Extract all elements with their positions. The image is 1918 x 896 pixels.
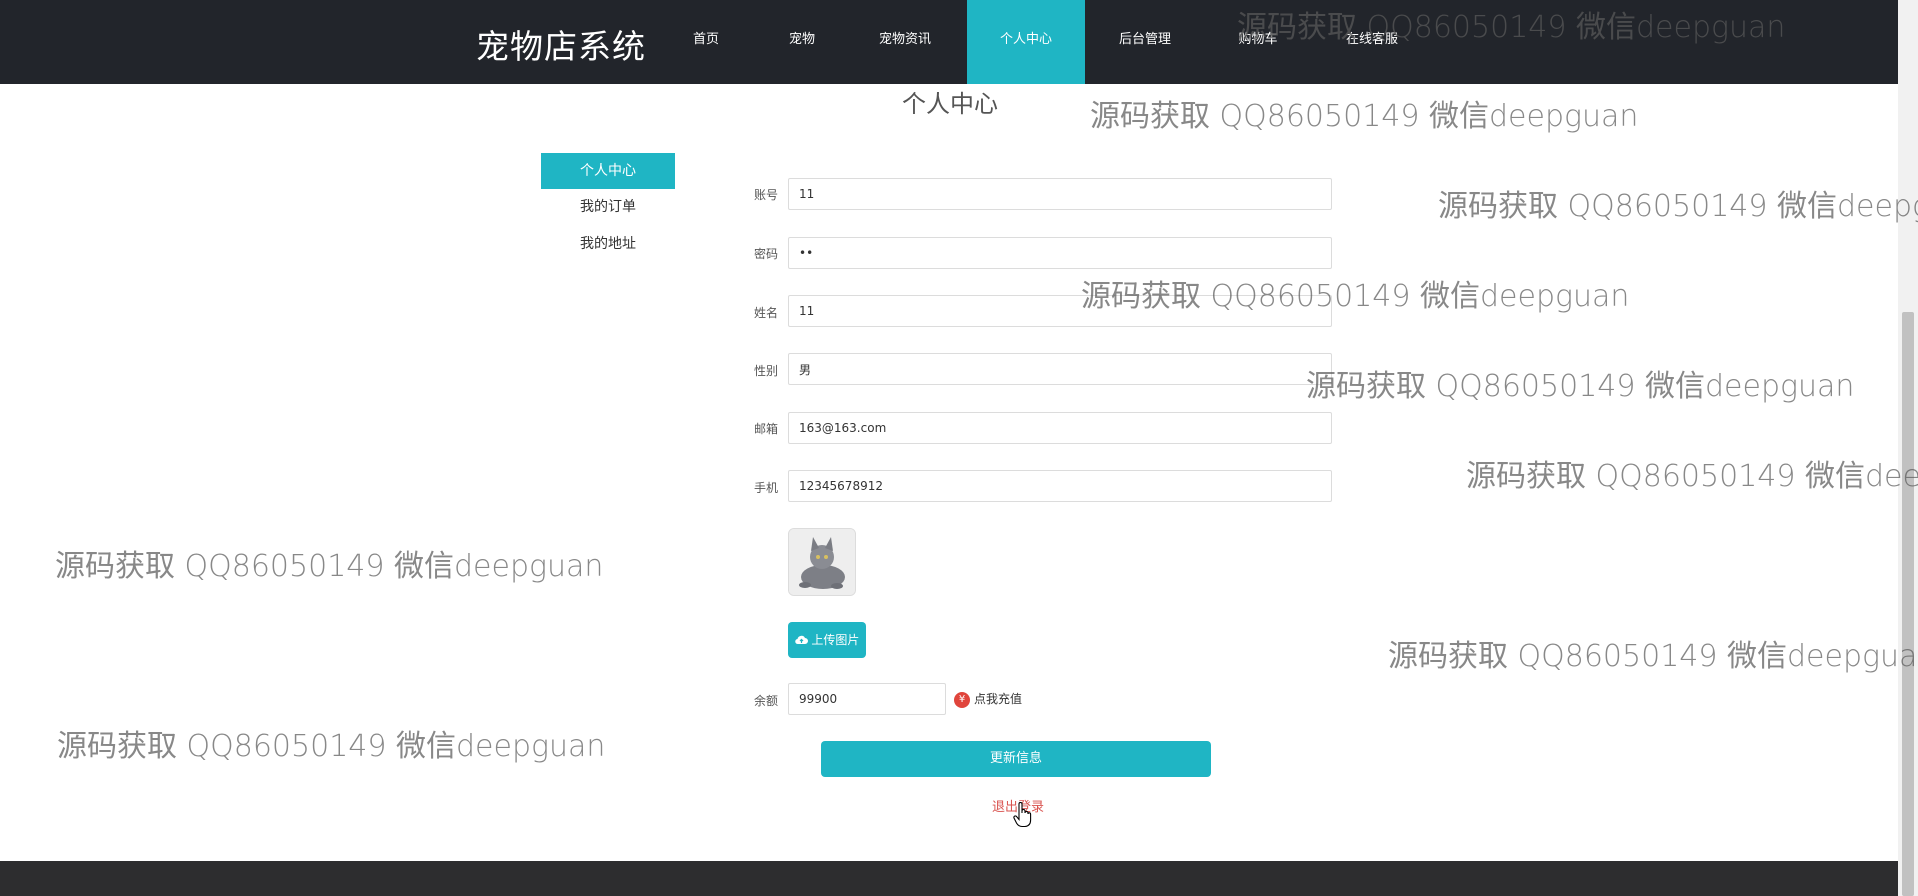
top-nav-bar: 宠物店系统 首页 宠物 宠物资讯 个人中心 后台管理 购物车 在线客服 bbox=[0, 0, 1898, 84]
watermark-text: 源码获取 QQ86050149 微信deepguan bbox=[1438, 189, 1918, 224]
brand-title: 宠物店系统 bbox=[476, 27, 646, 66]
hand-cursor-icon bbox=[1013, 802, 1032, 828]
account-label: 账号 bbox=[754, 188, 779, 202]
watermark-text: 源码获取 QQ86050149 微信deepguan bbox=[1466, 459, 1918, 494]
nav-pet-news[interactable]: 宠物资讯 bbox=[872, 0, 938, 84]
email-label: 邮箱 bbox=[754, 422, 779, 436]
balance-input[interactable] bbox=[788, 683, 946, 715]
gender-input[interactable] bbox=[788, 353, 1332, 385]
phone-input[interactable] bbox=[788, 470, 1332, 502]
email-input[interactable] bbox=[788, 412, 1332, 444]
recharge-label: 点我充值 bbox=[974, 692, 1023, 706]
watermark-text: 源码获取 QQ86050149 微信deepguan bbox=[57, 729, 606, 764]
nav-home[interactable]: 首页 bbox=[678, 0, 734, 84]
gender-label: 性别 bbox=[754, 364, 779, 378]
nav-admin[interactable]: 后台管理 bbox=[1110, 0, 1180, 84]
upload-image-label: 上传图片 bbox=[811, 633, 860, 647]
upload-image-button[interactable]: 上传图片 bbox=[788, 622, 866, 658]
name-input[interactable] bbox=[788, 295, 1332, 327]
yen-icon: ¥ bbox=[954, 691, 970, 708]
sidebar-item-my-orders[interactable]: 我的订单 bbox=[541, 189, 675, 225]
update-info-button[interactable]: 更新信息 bbox=[821, 741, 1211, 777]
page-title: 个人中心 bbox=[902, 90, 998, 118]
avatar-image bbox=[788, 528, 856, 596]
vertical-scrollbar[interactable] bbox=[1898, 0, 1918, 896]
nav-cart[interactable]: 购物车 bbox=[1228, 0, 1288, 84]
watermark-text: 源码获取 QQ86050149 微信deepguan bbox=[55, 549, 604, 584]
watermark-text: 源码获取 QQ86050149 微信deepguan bbox=[1090, 99, 1639, 134]
sidebar-item-my-address[interactable]: 我的地址 bbox=[541, 226, 675, 262]
cloud-upload-icon bbox=[794, 635, 808, 645]
scrollbar-thumb[interactable] bbox=[1902, 312, 1914, 896]
watermark-text: 源码获取 QQ86050149 微信deepguan bbox=[1306, 369, 1855, 404]
sidebar-item-personal-center[interactable]: 个人中心 bbox=[541, 153, 675, 189]
name-label: 姓名 bbox=[754, 306, 779, 320]
recharge-link[interactable]: ¥ 点我充值 bbox=[954, 690, 1022, 708]
nav-personal-center[interactable]: 个人中心 bbox=[967, 0, 1085, 84]
password-label: 密码 bbox=[754, 247, 779, 261]
password-input[interactable] bbox=[788, 237, 1332, 269]
page-footer bbox=[0, 861, 1898, 896]
phone-label: 手机 bbox=[754, 481, 779, 495]
nav-online-service[interactable]: 在线客服 bbox=[1340, 0, 1404, 84]
nav-pets[interactable]: 宠物 bbox=[774, 0, 830, 84]
watermark-text: 源码获取 QQ86050149 微信deepguan bbox=[1388, 639, 1918, 674]
balance-label: 余额 bbox=[754, 694, 779, 708]
account-input[interactable] bbox=[788, 178, 1332, 210]
cat-photo bbox=[789, 529, 855, 595]
